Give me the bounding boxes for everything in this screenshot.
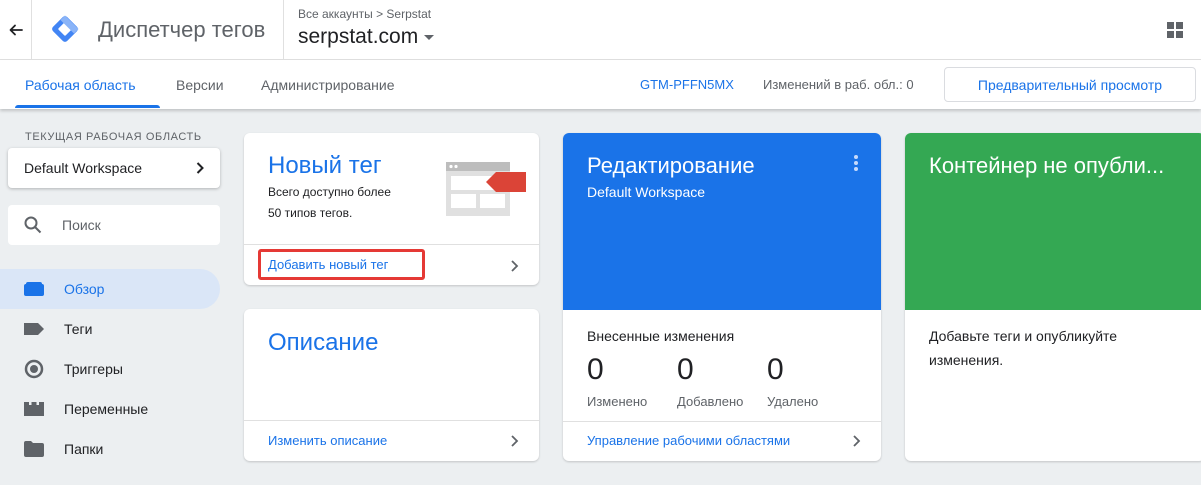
arrow-back-icon: [9, 24, 23, 36]
modified-count: 0: [587, 353, 604, 386]
editing-title: Редактирование: [587, 153, 755, 178]
editing-card: Редактирование Default Workspace Внесенн…: [563, 133, 881, 461]
current-workspace-label: ТЕКУЩАЯ РАБОЧАЯ ОБЛАСТЬ: [25, 131, 202, 143]
more-vert-icon[interactable]: [854, 155, 858, 171]
editing-workspace-name: Default Workspace: [587, 184, 706, 200]
chevron-right-icon: [511, 435, 519, 447]
publish-status-card: Контейнер не опубли... Добавьте теги и о…: [905, 133, 1201, 461]
apps-grid-icon[interactable]: [1166, 21, 1184, 39]
deleted-count: 0: [767, 353, 784, 386]
workspace-name: Default Workspace: [24, 160, 143, 176]
back-button[interactable]: [0, 0, 32, 60]
container-name: serpstat.com: [298, 25, 419, 48]
sidebar-search-input[interactable]: Поиск: [8, 205, 220, 245]
added-count: 0: [677, 353, 694, 386]
trigger-icon: [24, 359, 44, 379]
sidebar-item-label: Теги: [64, 321, 93, 337]
tag-icon: [24, 320, 44, 338]
modified-label: Изменено: [587, 394, 648, 409]
sidebar-item-folders[interactable]: Папки: [0, 429, 220, 469]
caret-down-icon: [424, 35, 435, 40]
added-label: Добавлено: [677, 394, 744, 409]
card-divider: [244, 244, 539, 245]
manage-workspaces-link[interactable]: Управление рабочими областями: [587, 433, 790, 448]
card-divider: [244, 420, 539, 421]
sidebar-item-triggers[interactable]: Триггеры: [0, 349, 220, 389]
chevron-right-icon: [511, 260, 519, 272]
breadcrumb[interactable]: Все аккаунты > Serpstat: [298, 7, 431, 21]
deleted-label: Удалено: [767, 394, 819, 409]
new-tag-desc-2: 50 типов тегов.: [268, 206, 353, 220]
new-tag-title: Новый тег: [268, 152, 382, 179]
edit-description-link[interactable]: Изменить описание: [268, 433, 387, 448]
folder-icon: [24, 440, 44, 458]
sidebar-item-label: Переменные: [64, 401, 149, 417]
sidebar-item-overview[interactable]: Обзор: [0, 269, 220, 309]
tab-workspace[interactable]: Рабочая область: [25, 77, 136, 93]
chevron-right-icon: [853, 435, 861, 447]
changes-heading: Внесенные изменения: [587, 328, 735, 344]
variable-icon: [24, 400, 44, 418]
description-title: Описание: [268, 329, 379, 356]
publish-title: Контейнер не опубли...: [929, 153, 1165, 178]
overview-icon: [24, 280, 44, 298]
container-id[interactable]: GTM-PFFN5MX: [640, 77, 734, 92]
sidebar-item-label: Папки: [64, 441, 104, 457]
header-divider: [283, 0, 284, 60]
sidebar-item-tags[interactable]: Теги: [0, 309, 220, 349]
preview-button[interactable]: Предварительный просмотр: [944, 67, 1196, 102]
container-selector[interactable]: serpstat.com: [298, 25, 435, 49]
description-card: Описание Изменить описание: [244, 309, 539, 461]
workspace-selector[interactable]: Default Workspace: [8, 148, 220, 188]
top-bar: Диспетчер тегов Все аккаунты > Serpstat …: [0, 0, 1201, 60]
publish-desc-2: изменения.: [929, 352, 1004, 368]
search-icon: [24, 216, 42, 234]
search-placeholder: Поиск: [62, 217, 101, 233]
sidebar-item-label: Обзор: [64, 281, 105, 297]
sidebar-item-label: Триггеры: [64, 361, 123, 377]
publish-desc-1: Добавьте теги и опубликуйте: [929, 328, 1118, 344]
workspace-changes-count: Изменений в раб. обл.: 0: [763, 77, 914, 92]
sidebar-item-variables[interactable]: Переменные: [0, 389, 220, 429]
chevron-right-icon: [196, 162, 204, 174]
new-tag-desc-1: Всего доступно более: [268, 185, 391, 199]
app-title: Диспетчер тегов: [98, 17, 266, 42]
tab-versions[interactable]: Версии: [176, 77, 224, 93]
tag-illustration-icon: [446, 162, 526, 216]
tab-bar: Рабочая область Версии Администрирование…: [0, 60, 1201, 109]
card-divider: [563, 421, 881, 422]
tab-admin[interactable]: Администрирование: [261, 77, 395, 93]
active-tab-indicator: [15, 105, 160, 108]
tag-manager-logo-icon: [52, 15, 79, 42]
highlight-annotation: [258, 249, 425, 280]
